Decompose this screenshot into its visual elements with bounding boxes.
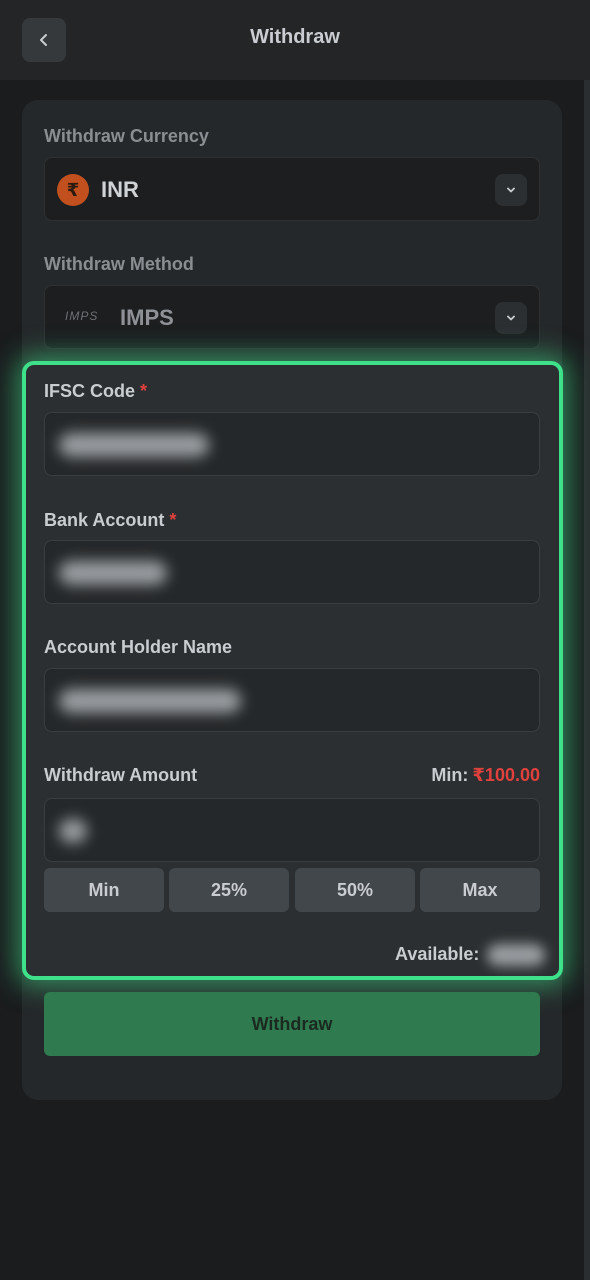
min-amount-hint: Min: ₹100.00 [431,765,540,786]
withdraw-button[interactable]: Withdraw [44,992,540,1056]
redacted-value [59,561,167,585]
chip-min[interactable]: Min [44,868,164,912]
method-label: Withdraw Method [44,254,194,274]
amount-input[interactable] [44,798,540,862]
bank-account-label: Bank Account * [44,510,176,531]
redacted-value [59,819,87,843]
redacted-value [59,433,209,457]
chevron-down-icon [507,315,515,321]
imps-logo: IMPS [65,309,99,323]
chevron-down-icon [507,187,515,193]
page-title: Withdraw [250,26,340,48]
bank-account-label-text: Bank Account [44,510,165,530]
bank-account-input[interactable] [44,540,540,604]
currency-select[interactable]: ₹ INR [44,157,540,221]
method-value: IMPS [120,305,174,330]
available-label: Available: [395,944,480,964]
holder-name-input[interactable] [44,668,540,732]
method-select[interactable]: IMPS IMPS [44,285,540,349]
top-bar: Withdraw [0,0,590,80]
chip-25-percent[interactable]: 25% [169,868,289,912]
available-balance-redacted [487,944,545,966]
method-dropdown-button[interactable] [495,302,527,334]
currency-dropdown-button[interactable] [495,174,527,206]
required-mark: * [169,510,177,530]
ifsc-label-text: IFSC Code [44,381,136,401]
redacted-value [59,689,241,713]
holder-name-label: Account Holder Name [44,637,233,657]
min-amount-value: ₹100.00 [472,765,540,785]
ifsc-input[interactable] [44,412,540,476]
scrollbar[interactable] [584,80,590,1280]
chip-max[interactable]: Max [420,868,540,912]
chip-50-percent[interactable]: 50% [295,868,415,912]
currency-label: Withdraw Currency [44,126,209,146]
currency-value: INR [101,177,139,202]
ifsc-label: IFSC Code * [44,381,147,402]
amount-label: Withdraw Amount [44,765,198,785]
required-mark: * [140,381,148,401]
rupee-icon: ₹ [57,174,89,206]
min-label: Min: [431,765,469,785]
